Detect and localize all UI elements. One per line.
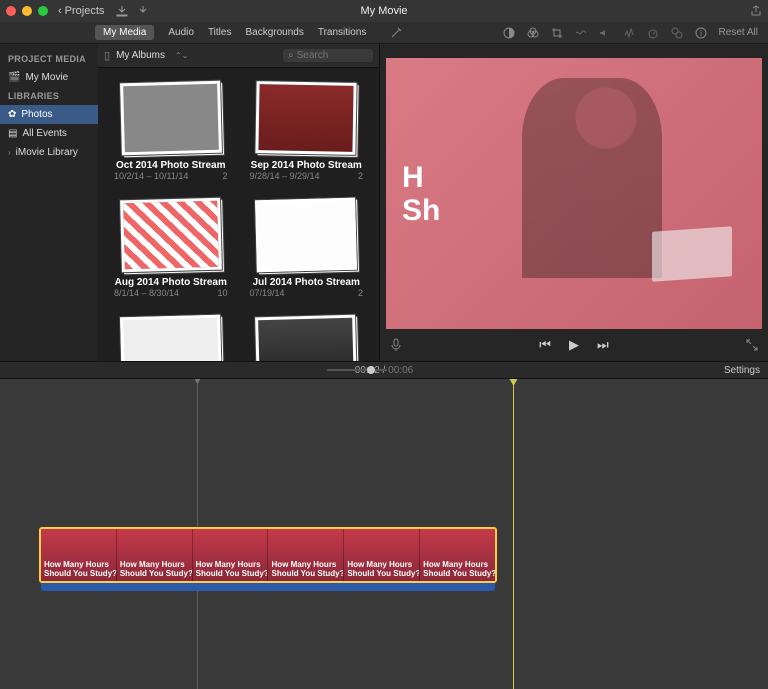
album-title: Oct 2014 Photo Stream — [108, 160, 234, 171]
timeline[interactable]: How Many HoursShould You Study? How Many… — [0, 379, 768, 689]
left-sidebar: PROJECT MEDIA 🎬 My Movie LIBRARIES ✿ Pho… — [0, 44, 98, 361]
timeline-settings-button[interactable]: Settings — [724, 365, 760, 376]
sidebar-item-my-movie[interactable]: 🎬 My Movie — [0, 68, 98, 87]
close-window-button[interactable] — [6, 6, 16, 16]
album-selector[interactable]: My Albums ⌃⌄ — [116, 50, 188, 61]
album-grid: Oct 2014 Photo Stream 10/2/14 – 10/11/14… — [98, 68, 379, 361]
overlay-line: Sh — [402, 194, 440, 227]
album-count: 2 — [222, 171, 227, 181]
video-clip[interactable]: How Many HoursShould You Study? How Many… — [39, 527, 497, 583]
album-title: Sep 2014 Photo Stream — [244, 160, 370, 171]
play-icon[interactable]: ▶ — [569, 337, 579, 353]
tab-backgrounds[interactable]: Backgrounds — [245, 27, 303, 38]
media-browser: ▯ My Albums ⌃⌄ ⌕ Oct 2014 Photo Stream 1… — [98, 44, 380, 361]
overlay-line: H — [402, 161, 440, 194]
window-titlebar: ‹ Projects My Movie — [0, 0, 768, 22]
clapper-icon: 🎬 — [8, 72, 20, 83]
download-arrow-icon[interactable] — [138, 5, 148, 17]
album-title: Jul 2014 Photo Stream — [244, 277, 370, 288]
album-thumb — [255, 198, 357, 273]
search-input[interactable] — [297, 50, 368, 61]
stabilize-icon[interactable] — [575, 27, 587, 39]
sidebar-item-all-events[interactable]: ▤ All Events — [0, 124, 98, 143]
album-selector-label: My Albums — [116, 50, 165, 61]
album-count: 2 — [358, 171, 363, 181]
wand-icon[interactable] — [390, 27, 402, 39]
album-item[interactable] — [108, 316, 234, 361]
playhead[interactable] — [513, 379, 514, 689]
album-count: 10 — [217, 288, 227, 298]
sidebar-label: All Events — [22, 128, 66, 139]
svg-text:i: i — [700, 29, 702, 38]
album-thumb — [120, 198, 222, 273]
minimize-window-button[interactable] — [22, 6, 32, 16]
video-frame-content — [652, 226, 732, 282]
search-field[interactable]: ⌕ — [283, 49, 373, 62]
noise-reduce-icon[interactable] — [623, 27, 635, 39]
share-icon[interactable] — [750, 5, 762, 17]
album-thumb — [256, 81, 357, 155]
album-dates: 9/28/14 – 9/29/14 — [250, 171, 320, 181]
sidebar-item-photos[interactable]: ✿ Photos — [0, 105, 98, 124]
album-item[interactable]: Oct 2014 Photo Stream 10/2/14 – 10/11/14… — [108, 82, 234, 181]
album-thumb — [255, 315, 357, 361]
volume-icon[interactable] — [599, 27, 611, 39]
album-dates: 10/2/14 – 10/11/14 — [114, 171, 188, 181]
zoom-window-button[interactable] — [38, 6, 48, 16]
album-item[interactable]: Aug 2014 Photo Stream 8/1/14 – 8/30/14 10 — [108, 199, 234, 298]
sidebar-toggle-icon[interactable]: ▯ — [104, 49, 110, 62]
video-frame-content — [522, 78, 662, 278]
sidebar-label: Photos — [21, 109, 52, 120]
video-viewer[interactable]: H Sh — [386, 58, 762, 329]
album-item[interactable]: Sep 2014 Photo Stream 9/28/14 – 9/29/14 2 — [244, 82, 370, 181]
next-icon[interactable]: ⏭ — [597, 337, 609, 353]
album-thumb — [120, 81, 222, 156]
color-balance-icon[interactable] — [503, 27, 515, 39]
album-count: 2 — [358, 288, 363, 298]
inspector-toolbar: i Reset All — [380, 27, 768, 39]
preview-pane: H Sh ⏮ ▶ ⏭ — [380, 44, 768, 361]
film-icon: ▤ — [8, 128, 17, 139]
info-icon[interactable]: i — [695, 27, 707, 39]
sidebar-section-project: PROJECT MEDIA — [0, 50, 98, 68]
search-icon: ⌕ — [288, 50, 294, 61]
window-title: My Movie — [360, 5, 407, 17]
filter-icon[interactable] — [671, 27, 683, 39]
timeline-header: 00:02 / 00:06 Settings — [0, 361, 768, 379]
sidebar-item-imovie-library[interactable]: › iMovie Library — [0, 143, 98, 162]
speed-icon[interactable] — [647, 27, 659, 39]
album-item[interactable] — [244, 316, 370, 361]
color-correct-icon[interactable] — [527, 27, 539, 39]
sidebar-section-libraries: LIBRARIES — [0, 87, 98, 105]
sidebar-label: iMovie Library — [16, 147, 78, 158]
audio-track[interactable] — [41, 583, 495, 591]
album-dates: 8/1/14 – 8/30/14 — [114, 288, 179, 298]
record-voiceover-icon[interactable] — [390, 338, 402, 352]
back-to-projects-button[interactable]: ‹ Projects — [58, 5, 104, 17]
updown-icon: ⌃⌄ — [175, 51, 188, 60]
crop-icon[interactable] — [551, 27, 563, 39]
tab-my-media[interactable]: My Media — [95, 25, 154, 40]
album-item[interactable]: Jul 2014 Photo Stream 07/19/14 2 — [244, 199, 370, 298]
chevron-right-icon: › — [8, 148, 11, 157]
chevron-left-icon: ‹ — [58, 5, 62, 17]
fullscreen-icon[interactable] — [746, 339, 758, 351]
time-total: 00:06 — [388, 365, 413, 376]
album-thumb — [120, 315, 222, 361]
flower-icon: ✿ — [8, 109, 16, 120]
timeline-zoom-slider[interactable] — [327, 369, 387, 371]
title-overlay: H Sh — [402, 161, 440, 227]
sidebar-label: My Movie — [25, 72, 68, 83]
playback-controls: ⏮ ▶ ⏭ — [380, 329, 768, 361]
tab-audio[interactable]: Audio — [168, 27, 194, 38]
prev-icon[interactable]: ⏮ — [539, 337, 551, 353]
tab-transitions[interactable]: Transitions — [318, 27, 367, 38]
import-icon[interactable] — [116, 5, 128, 17]
reset-all-button[interactable]: Reset All — [719, 27, 758, 38]
source-tabs: My Media Audio Titles Backgrounds Transi… — [0, 25, 380, 40]
album-title: Aug 2014 Photo Stream — [108, 277, 234, 288]
tab-titles[interactable]: Titles — [208, 27, 232, 38]
projects-label: Projects — [65, 5, 105, 17]
album-dates: 07/19/14 — [250, 288, 285, 298]
